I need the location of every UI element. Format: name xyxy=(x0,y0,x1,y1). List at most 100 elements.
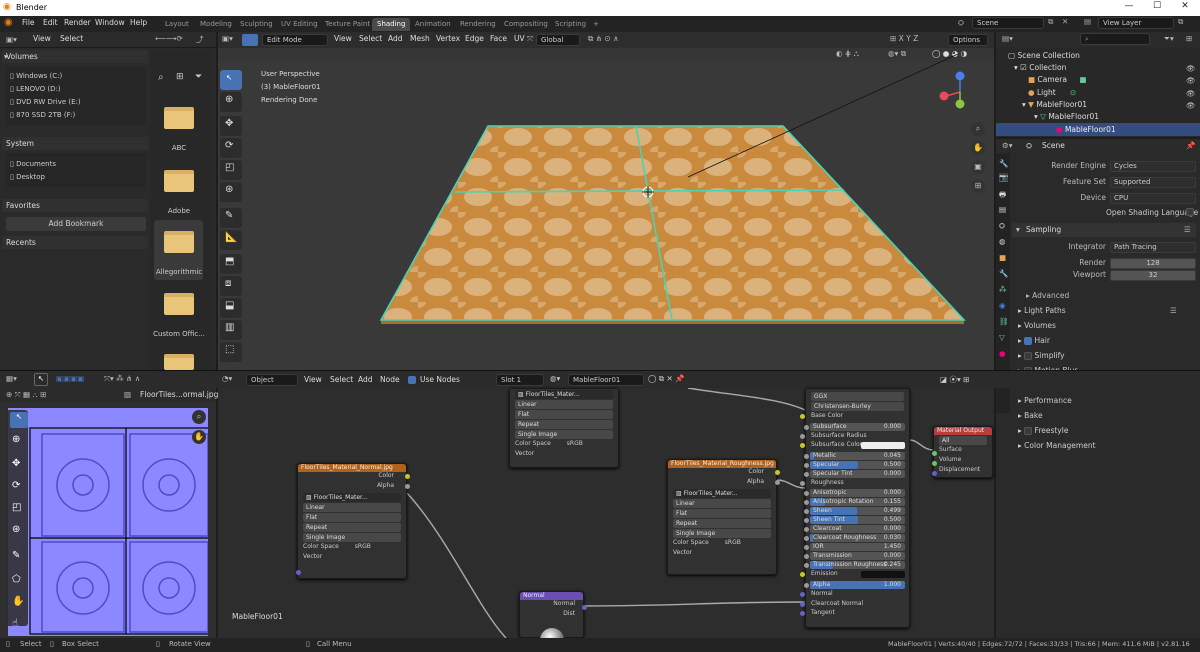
output-socket[interactable] xyxy=(775,470,780,475)
panel-simplify[interactable]: ▸ Simplify xyxy=(1018,351,1065,360)
render-samples-input[interactable]: 128 xyxy=(1110,258,1196,269)
integrator-select[interactable]: Path Tracing xyxy=(1110,242,1196,253)
outliner-item-material[interactable]: ● MableFloor01 xyxy=(996,123,1200,136)
input-socket[interactable] xyxy=(804,518,809,524)
panel-bake[interactable]: ▸ Bake xyxy=(1018,411,1043,420)
input-socket[interactable] xyxy=(800,480,805,486)
panel-volumes[interactable]: ▸ Volumes xyxy=(1018,321,1056,330)
image-datablock[interactable]: ▨ FloorTiles_Mater... xyxy=(673,489,771,498)
source-select[interactable]: Single Image xyxy=(303,533,401,542)
extension-select[interactable]: Repeat xyxy=(673,519,771,528)
visibility-eye-icon[interactable]: 👁 xyxy=(1186,101,1196,110)
bsdf-input-row[interactable]: Metallic 0.045 xyxy=(804,451,905,460)
select-tool-icon[interactable]: ↖ xyxy=(34,373,48,386)
visibility-eye-icon[interactable]: 👁 xyxy=(1186,64,1196,73)
input-socket[interactable] xyxy=(800,414,805,419)
copy-view-layer-icon[interactable]: ⧉ xyxy=(1178,17,1183,27)
uv-select-mode-icons[interactable]: ▣▣▣▣ xyxy=(56,374,84,383)
tab-shading[interactable]: Shading xyxy=(372,18,411,31)
outliner-search-input[interactable]: ⌕ xyxy=(1080,33,1150,45)
recents-section[interactable]: Recents xyxy=(2,236,148,249)
input-socket[interactable] xyxy=(804,424,809,430)
drive-item[interactable]: ▯ Windows (C:) xyxy=(10,72,62,80)
uv-annotate-tool[interactable]: ✎ xyxy=(12,550,20,561)
sampling-panel-header[interactable]: ▾ Sampling ☰ xyxy=(1012,223,1196,237)
folder-icon[interactable] xyxy=(164,231,194,253)
fb-menu-view[interactable]: View xyxy=(33,34,51,43)
panel-freestyle[interactable]: ▸ Freestyle xyxy=(1018,426,1068,435)
shader-node-editor[interactable]: MableFloor01 FloorTiles_Material_Normal.… xyxy=(218,388,994,652)
color-space-value[interactable]: sRGB xyxy=(725,539,741,546)
maximize-button[interactable]: ☐ xyxy=(1146,1,1168,11)
bsdf-input-row[interactable]: Sheen 0.499 xyxy=(804,507,905,516)
bsdf-input-row[interactable]: Transmission 0.000 xyxy=(804,552,905,561)
source-select[interactable]: Single Image xyxy=(515,430,613,439)
input-socket[interactable] xyxy=(804,509,809,515)
visibility-eye-icon[interactable]: 👁 xyxy=(1186,76,1196,85)
uv-image-editor[interactable]: ⊕ ⤧ ▦ ⛬ ⊞ ▨ FloorTiles...ormal.jpg ↖ ⊕ ✥… xyxy=(0,388,218,638)
editor-type-icon[interactable]: ▤▾ xyxy=(1002,34,1013,43)
osl-checkbox[interactable] xyxy=(1186,208,1194,216)
tab-layout[interactable]: Layout xyxy=(160,18,194,31)
camera-view-icon[interactable]: ▣ xyxy=(971,160,985,174)
bsdf-input-row[interactable]: Subsurface Color xyxy=(800,441,909,451)
folder-icon[interactable] xyxy=(164,293,194,315)
uv-pinch-tool[interactable]: ✋ xyxy=(12,596,24,607)
render-tab-icon[interactable]: 📷 xyxy=(999,173,1009,182)
scene-tab-icon[interactable]: ⛭ xyxy=(999,221,1005,231)
extension-select[interactable]: Repeat xyxy=(303,523,401,532)
input-socket[interactable] xyxy=(932,471,937,476)
menu-edit[interactable]: Edit xyxy=(43,18,58,27)
output-socket[interactable] xyxy=(582,605,587,610)
bsdf-input-row[interactable]: IOR 1.450 xyxy=(804,543,905,552)
view-layer-selector[interactable]: View Layer xyxy=(1098,17,1174,29)
uv-zoom-icon[interactable]: ⌕ xyxy=(192,410,206,424)
node-menu-view[interactable]: View xyxy=(304,375,322,384)
drive-item[interactable]: ▯ 870 SSD 2TB (F:) xyxy=(10,111,75,119)
node-menu-select[interactable]: Select xyxy=(330,375,353,384)
drag-handle-icon[interactable]: ☰ xyxy=(1170,306,1177,315)
node-base-color-texture[interactable]: ▨ FloorTiles_Mater... Linear Flat Repeat… xyxy=(509,388,619,468)
scene-selector[interactable]: Scene xyxy=(972,17,1044,29)
outliner-item-mesh[interactable]: ▾ ▽ MableFloor01 xyxy=(1034,112,1099,121)
node-material-output[interactable]: Material Output All Surface Volume Displ… xyxy=(932,426,993,478)
input-socket[interactable] xyxy=(800,572,805,578)
input-socket[interactable] xyxy=(804,554,809,560)
input-socket[interactable] xyxy=(932,451,937,456)
input-socket[interactable] xyxy=(804,462,809,468)
material-actions-icons[interactable]: ◯ ⧉ ✕ 📌 xyxy=(648,374,685,384)
copy-scene-icon[interactable]: ⧉ xyxy=(1048,17,1053,27)
projection-select[interactable]: Flat xyxy=(515,410,613,419)
input-socket[interactable] xyxy=(804,536,809,542)
filter-icon[interactable]: ⏷ xyxy=(195,72,202,82)
color-swatch[interactable] xyxy=(861,442,905,450)
folder-icon[interactable] xyxy=(164,107,194,129)
constraints-tab-icon[interactable]: ⛓ xyxy=(999,317,1009,326)
nav-arrows-icon[interactable]: ⟵⟶⟳ xyxy=(155,34,183,43)
use-nodes-checkbox[interactable] xyxy=(408,376,416,384)
projection-select[interactable]: Flat xyxy=(303,513,401,522)
bsdf-input-row[interactable]: Base Color xyxy=(800,412,909,422)
add-workspace-button[interactable]: + xyxy=(588,18,604,31)
close-button[interactable]: ✕ xyxy=(1174,1,1196,11)
modifier-tab-icon[interactable]: 🔧 xyxy=(999,269,1008,278)
freestyle-checkbox[interactable] xyxy=(1024,427,1033,435)
perspective-toggle-icon[interactable]: ⊞ xyxy=(971,179,985,193)
bsdf-input-row[interactable]: Roughness xyxy=(800,479,909,489)
drive-item[interactable]: ▯ DVD RW Drive (E:) xyxy=(10,98,81,106)
zoom-icon[interactable]: ⌕ xyxy=(971,122,985,136)
interpolation-select[interactable]: Linear xyxy=(673,499,771,508)
node-menu-node[interactable]: Node xyxy=(380,375,400,384)
uv-sync-icons[interactable]: ⤧▾ ⁂ ⋔ ∧ xyxy=(104,374,140,384)
input-socket[interactable] xyxy=(804,491,809,497)
distribution-select[interactable]: GGX xyxy=(811,392,904,401)
input-socket[interactable] xyxy=(800,443,805,449)
bsdf-input-row[interactable]: Sheen Tint 0.500 xyxy=(804,516,905,525)
particles-tab-icon[interactable]: ⁂ xyxy=(999,285,1007,294)
panel-performance[interactable]: ▸ Performance xyxy=(1018,396,1072,405)
extension-select[interactable]: Repeat xyxy=(515,420,613,429)
pin-icon[interactable]: 📌 xyxy=(1186,141,1195,150)
uv-grab-tool[interactable]: ⬠ xyxy=(12,574,21,585)
pan-icon[interactable]: ✋ xyxy=(971,141,985,155)
advanced-subpanel[interactable]: ▸ Advanced xyxy=(1026,291,1069,300)
